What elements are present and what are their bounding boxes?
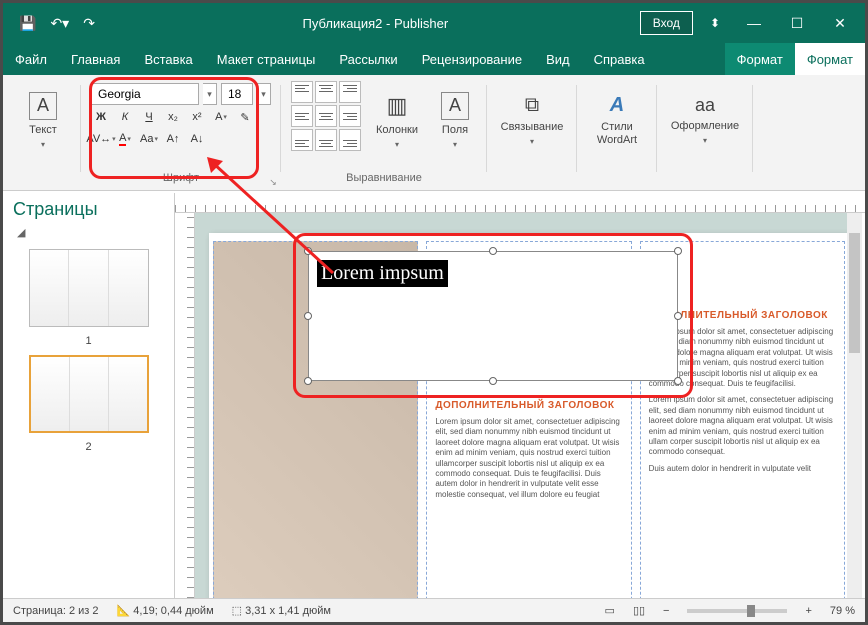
status-page[interactable]: Страница: 2 из 2 — [13, 605, 99, 617]
typography-button[interactable]: аа Оформление ▾ — [667, 81, 743, 159]
selected-textbox[interactable]: Lorem impsum — [308, 251, 678, 381]
underline-button[interactable]: Ч — [139, 107, 159, 127]
italic-button[interactable]: К — [115, 107, 135, 127]
body-text: Lorem ipsum dolor sit amet, consectetuer… — [435, 417, 622, 500]
columns-icon: ▥ — [383, 92, 411, 120]
tab-help[interactable]: Справка — [582, 43, 657, 75]
ribbon-tabs: Файл Главная Вставка Макет страницы Расс… — [3, 43, 865, 75]
font-name-dropdown[interactable]: ▾ — [203, 83, 217, 105]
tab-format-context[interactable]: Формат — [725, 43, 795, 75]
vertical-ruler[interactable] — [175, 213, 195, 598]
zoom-in-button[interactable]: + — [805, 605, 811, 617]
maximize-button[interactable]: ☐ — [778, 9, 816, 37]
tab-insert[interactable]: Вставка — [132, 43, 204, 75]
undo-icon[interactable]: ↶▾ — [50, 15, 69, 32]
ribbon-options-icon[interactable]: ⬍ — [710, 16, 720, 30]
resize-handle[interactable] — [304, 377, 312, 385]
font-size-input[interactable]: 18 — [221, 83, 253, 105]
zoom-out-button[interactable]: − — [663, 605, 669, 617]
pages-title: Страницы — [3, 199, 174, 226]
alignment-grid[interactable] — [291, 81, 361, 151]
resize-handle[interactable] — [674, 247, 682, 255]
resize-handle[interactable] — [674, 312, 682, 320]
typography-icon: аа — [695, 95, 715, 116]
linking-icon: ⧉ — [525, 94, 539, 117]
clear-format-button[interactable]: ✎ — [235, 107, 255, 127]
status-size: ⬚ 3,31 x 1,41 дюйм — [232, 604, 331, 617]
columns-button[interactable]: ▥ Колонки ▾ — [371, 81, 423, 159]
page-thumbnail-2[interactable] — [29, 355, 149, 433]
wordart-button[interactable]: A Стили WordArt — [587, 81, 647, 159]
ribbon: A Текст ▾ Georgia ▾ 18 ▾ Ж К Ч x₂ x² A ✎ — [3, 75, 865, 191]
horizontal-ruler[interactable] — [175, 193, 865, 213]
heading-1: ДОПОЛНИТЕЛЬНЫЙ ЗАГОЛОВОК — [435, 400, 622, 411]
change-case-button[interactable]: Aa — [139, 129, 159, 149]
titlebar: 💾 ↶▾ ↷ Публикация2 - Publisher Вход ⬍ — … — [3, 3, 865, 43]
view-spread-icon[interactable]: ▯▯ — [633, 604, 645, 617]
text-button[interactable]: A Текст ▾ — [15, 81, 71, 159]
tab-file[interactable]: Файл — [3, 43, 59, 75]
align-group-label: Выравнивание — [291, 172, 477, 188]
minimize-button[interactable]: — — [735, 9, 773, 37]
window-title: Публикация2 - Publisher — [111, 16, 640, 31]
zoom-slider[interactable] — [687, 609, 787, 613]
view-single-icon[interactable]: ▭ — [605, 604, 615, 617]
fields-button[interactable]: A Поля ▾ — [433, 81, 477, 159]
resize-handle[interactable] — [489, 247, 497, 255]
vertical-scrollbar[interactable] — [847, 213, 862, 598]
close-button[interactable]: ✕ — [821, 9, 859, 37]
resize-handle[interactable] — [304, 247, 312, 255]
text-icon: A — [29, 92, 57, 120]
resize-handle[interactable] — [674, 377, 682, 385]
fields-icon: A — [441, 92, 469, 120]
text-effects-button[interactable]: A — [211, 107, 231, 127]
body-text: Duis autem dolor in hendrerit in vulputa… — [649, 464, 836, 474]
statusbar: Страница: 2 из 2 📐 4,19; 0,44 дюйм ⬚ 3,3… — [3, 598, 865, 622]
thumb-label-1: 1 — [85, 335, 91, 347]
status-position: 📐 4,19; 0,44 дюйм — [117, 604, 214, 617]
tab-review[interactable]: Рецензирование — [410, 43, 534, 75]
bold-button[interactable]: Ж — [91, 107, 111, 127]
scrollbar-thumb[interactable] — [849, 233, 860, 353]
page-thumbnail-1[interactable] — [29, 249, 149, 327]
char-spacing-button[interactable]: AV↔ — [91, 129, 111, 149]
font-dialog-launcher[interactable]: ↘ — [267, 176, 279, 188]
tab-view[interactable]: Вид — [534, 43, 582, 75]
wordart-icon: A — [610, 94, 624, 117]
thumb-label-2: 2 — [85, 441, 91, 453]
tab-home[interactable]: Главная — [59, 43, 132, 75]
resize-handle[interactable] — [489, 377, 497, 385]
linking-button[interactable]: ⧉ Связывание ▾ — [497, 81, 567, 159]
pages-panel: Страницы ◢ 1 2 — [3, 193, 175, 598]
selected-text[interactable]: Lorem impsum — [317, 260, 448, 287]
resize-handle[interactable] — [304, 312, 312, 320]
pages-collapse-icon[interactable]: ◢ — [3, 226, 174, 239]
font-name-input[interactable]: Georgia — [91, 83, 199, 105]
signin-button[interactable]: Вход — [640, 11, 693, 35]
tab-format-active[interactable]: Формат — [795, 43, 865, 75]
grow-font-button[interactable]: A↑ — [163, 129, 183, 149]
shrink-font-button[interactable]: A↓ — [187, 129, 207, 149]
zoom-level[interactable]: 79 % — [830, 605, 855, 617]
font-size-dropdown[interactable]: ▾ — [257, 83, 271, 105]
body-text: Lorem ipsum dolor sit amet, consectetuer… — [649, 395, 836, 457]
font-color-button[interactable]: A — [115, 129, 135, 149]
font-group-label: Шрифт — [91, 172, 271, 188]
tab-layout[interactable]: Макет страницы — [205, 43, 328, 75]
tab-mail[interactable]: Рассылки — [327, 43, 409, 75]
subscript-button[interactable]: x₂ — [163, 107, 183, 127]
superscript-button[interactable]: x² — [187, 107, 207, 127]
save-icon[interactable]: 💾 — [19, 15, 36, 32]
redo-icon[interactable]: ↷ — [83, 15, 95, 32]
